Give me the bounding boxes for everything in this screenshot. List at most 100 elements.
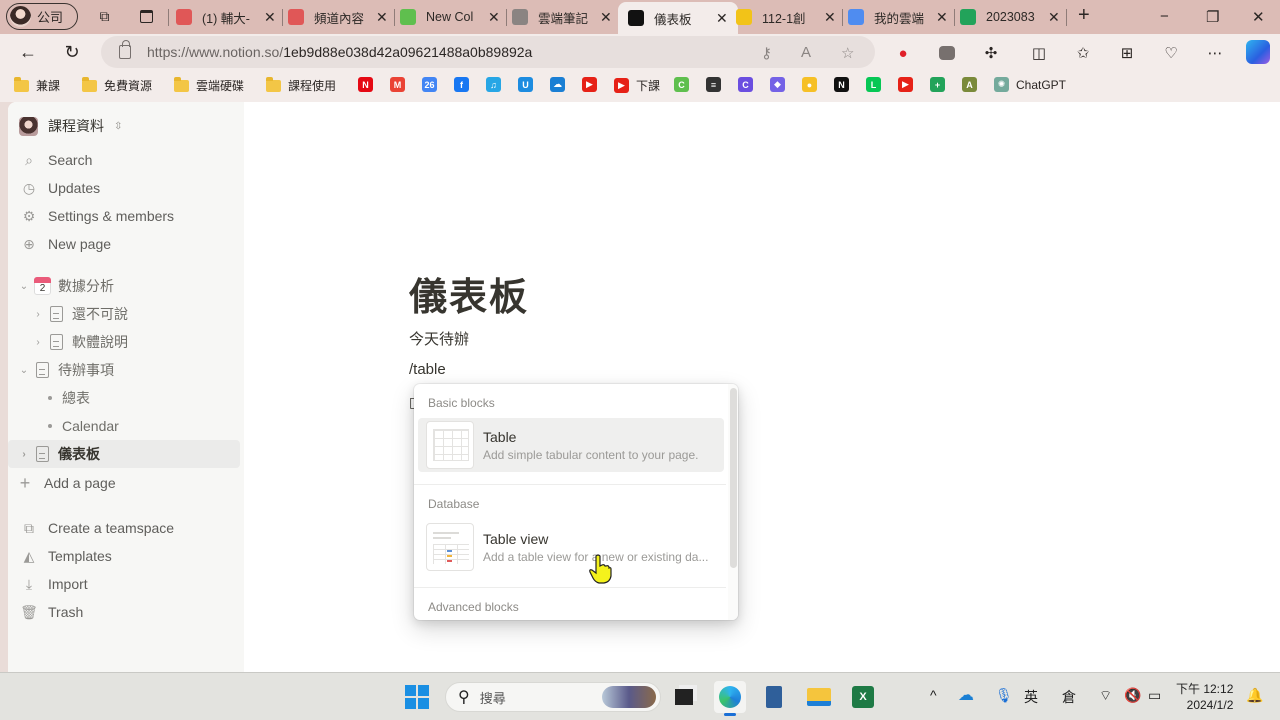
collections-icon[interactable]: ⊞	[1117, 43, 1137, 63]
bookmark[interactable]: +	[930, 77, 945, 92]
refresh-button[interactable]: ↻	[60, 40, 84, 64]
close-tab-icon[interactable]: ✕	[1048, 9, 1060, 26]
bookmark[interactable]: C	[674, 77, 689, 92]
close-tab-icon[interactable]: ✕	[488, 9, 500, 26]
sidebar-item-new-page[interactable]: ⊕ New page	[8, 230, 240, 258]
favorites-icon[interactable]: ✩	[1073, 43, 1093, 63]
taskbar-edge-app[interactable]	[714, 681, 746, 716]
address-bar[interactable]: https://www.notion.so/1eb9d88e038d42a096…	[101, 36, 875, 68]
bookmark[interactable]: U	[518, 77, 533, 92]
copilot-icon[interactable]	[1246, 40, 1270, 64]
split-screen-icon[interactable]: ◫	[1029, 43, 1049, 63]
close-tab-icon[interactable]: ✕	[936, 9, 948, 26]
more-menu-icon[interactable]: ⋯	[1205, 43, 1225, 63]
start-button[interactable]	[401, 681, 433, 713]
tab-actions-icon[interactable]	[138, 8, 155, 25]
sidebar-item-search[interactable]: ⌕ Search	[8, 146, 240, 174]
bookmark[interactable]: f	[454, 77, 469, 92]
browser-tab[interactable]: New Col ✕	[400, 4, 500, 30]
bookmark[interactable]: C	[738, 77, 753, 92]
sidebar-page[interactable]: ⌄ 2 數據分析	[8, 272, 240, 300]
show-hidden-icons-chevron-icon[interactable]: ^	[930, 687, 937, 703]
sidebar-item-create-a-teamspace[interactable]: ⧉ Create a teamspace	[8, 514, 240, 542]
bookmark[interactable]: ♫	[486, 77, 501, 92]
browser-tab[interactable]: 頻道內容 ✕	[288, 4, 388, 30]
browser-tab[interactable]: 我的雲端 ✕	[848, 4, 948, 30]
browser-tab[interactable]: 儀表板 ✕	[618, 2, 738, 34]
back-button[interactable]: ←	[16, 40, 40, 64]
taskbar-notebook-app[interactable]	[758, 681, 790, 713]
sidebar-item-import[interactable]: ⤓ Import	[8, 570, 240, 598]
bookmark[interactable]: ▶ 下課	[614, 77, 660, 94]
bookmark[interactable]: ☁	[550, 77, 565, 92]
sidebar-item-trash[interactable]: 🗑 Trash	[8, 598, 240, 626]
ime-mode[interactable]: 倉	[1062, 687, 1076, 707]
volume-muted-icon[interactable]: 🔇	[1124, 687, 1141, 704]
new-tab-button[interactable]: +	[1078, 4, 1090, 27]
browser-tab[interactable]: 2023083 ✕	[960, 4, 1060, 30]
page-title[interactable]: 儀表板	[409, 266, 529, 321]
sidebar-page[interactable]: › 儀表板	[8, 440, 240, 468]
chevron-right-icon[interactable]: ›	[18, 449, 30, 460]
menu-item-table-view[interactable]: Table view Add a table view for a new or…	[418, 520, 724, 574]
sidebar-page[interactable]: › 軟體說明	[8, 328, 240, 356]
workspaces-icon[interactable]: ⧉	[96, 8, 113, 25]
minimize-button[interactable]: −	[1160, 8, 1169, 25]
sidebar-item-updates[interactable]: ◷ Updates	[8, 174, 240, 202]
maximize-button[interactable]: ❐	[1206, 8, 1219, 26]
bookmark[interactable]: ●	[802, 77, 817, 92]
menu-scrollbar[interactable]	[728, 384, 738, 620]
browser-tab[interactable]: 雲端筆記 ✕	[512, 4, 612, 30]
task-view-button[interactable]	[668, 681, 700, 713]
bookmark[interactable]: ✺ ChatGPT	[994, 77, 1066, 92]
bookmark[interactable]: 26	[422, 77, 437, 92]
sidebar-page[interactable]: Calendar	[8, 412, 240, 440]
extension-record-icon[interactable]: ●	[893, 43, 913, 63]
browser-essentials-icon[interactable]: ♡	[1161, 43, 1181, 63]
battery-icon[interactable]: ▭	[1148, 687, 1161, 704]
text-block[interactable]: 今天待辦	[409, 328, 469, 349]
slash-command-block[interactable]: /table	[409, 361, 446, 378]
chevron-down-icon[interactable]: ⌄	[18, 281, 30, 292]
browser-tab[interactable]: 112-1創 ✕	[736, 4, 836, 30]
taskbar-excel[interactable]: X	[847, 681, 879, 713]
sidebar-page[interactable]: 總表	[8, 384, 240, 412]
bookmark[interactable]: N	[358, 77, 373, 92]
bookmark[interactable]: 兼課	[14, 76, 60, 94]
sidebar-page[interactable]: › 還不可說	[8, 300, 240, 328]
sidebar-item-settings-members[interactable]: ⚙ Settings & members	[8, 202, 240, 230]
profile-button[interactable]: 公司	[6, 3, 78, 30]
scrollbar-thumb[interactable]	[730, 388, 737, 568]
bookmark[interactable]: ≡	[706, 77, 721, 92]
line-extension-icon[interactable]	[937, 43, 957, 63]
microphone-icon[interactable]: 🎙	[995, 687, 1013, 704]
bookmark[interactable]: 雲端硬碟	[174, 76, 244, 94]
bookmark[interactable]: L	[866, 77, 881, 92]
wifi-icon[interactable]: ⌔	[1099, 687, 1112, 705]
notifications-bell-icon[interactable]: 🔔	[1246, 687, 1263, 704]
bookmark[interactable]: M	[390, 77, 405, 92]
close-tab-icon[interactable]: ✕	[264, 9, 276, 26]
extensions-icon[interactable]: ✣	[981, 43, 1001, 63]
chevron-right-icon[interactable]: ›	[32, 309, 44, 320]
close-tab-icon[interactable]: ✕	[824, 9, 836, 26]
sidebar-page[interactable]: ⌄ 待辦事項	[8, 356, 240, 384]
key-icon[interactable]: ⚷	[761, 44, 772, 62]
bookmark[interactable]: 免費資源	[82, 76, 152, 94]
chevron-right-icon[interactable]: ›	[32, 337, 44, 348]
taskbar-search[interactable]: ⚲ 搜尋	[445, 682, 661, 712]
close-window-button[interactable]: ✕	[1252, 8, 1265, 26]
bookmark[interactable]: 課程使用	[266, 76, 336, 94]
browser-tab[interactable]: (1) 輔大- ✕	[176, 4, 276, 30]
read-aloud-icon[interactable]: A	[801, 44, 811, 61]
workspace-switcher[interactable]: 課程資料 ⇳	[19, 116, 122, 136]
close-tab-icon[interactable]: ✕	[376, 9, 388, 26]
onedrive-icon[interactable]: ☁	[958, 685, 974, 705]
add-page-button[interactable]: + Add a page	[8, 469, 240, 497]
close-tab-icon[interactable]: ✕	[716, 10, 728, 27]
close-tab-icon[interactable]: ✕	[600, 9, 612, 26]
sidebar-item-templates[interactable]: ◭ Templates	[8, 542, 240, 570]
chevron-down-icon[interactable]: ⌄	[18, 365, 30, 376]
menu-item-table[interactable]: Table Add simple tabular content to your…	[418, 418, 724, 472]
ime-language[interactable]: 英	[1024, 687, 1038, 707]
